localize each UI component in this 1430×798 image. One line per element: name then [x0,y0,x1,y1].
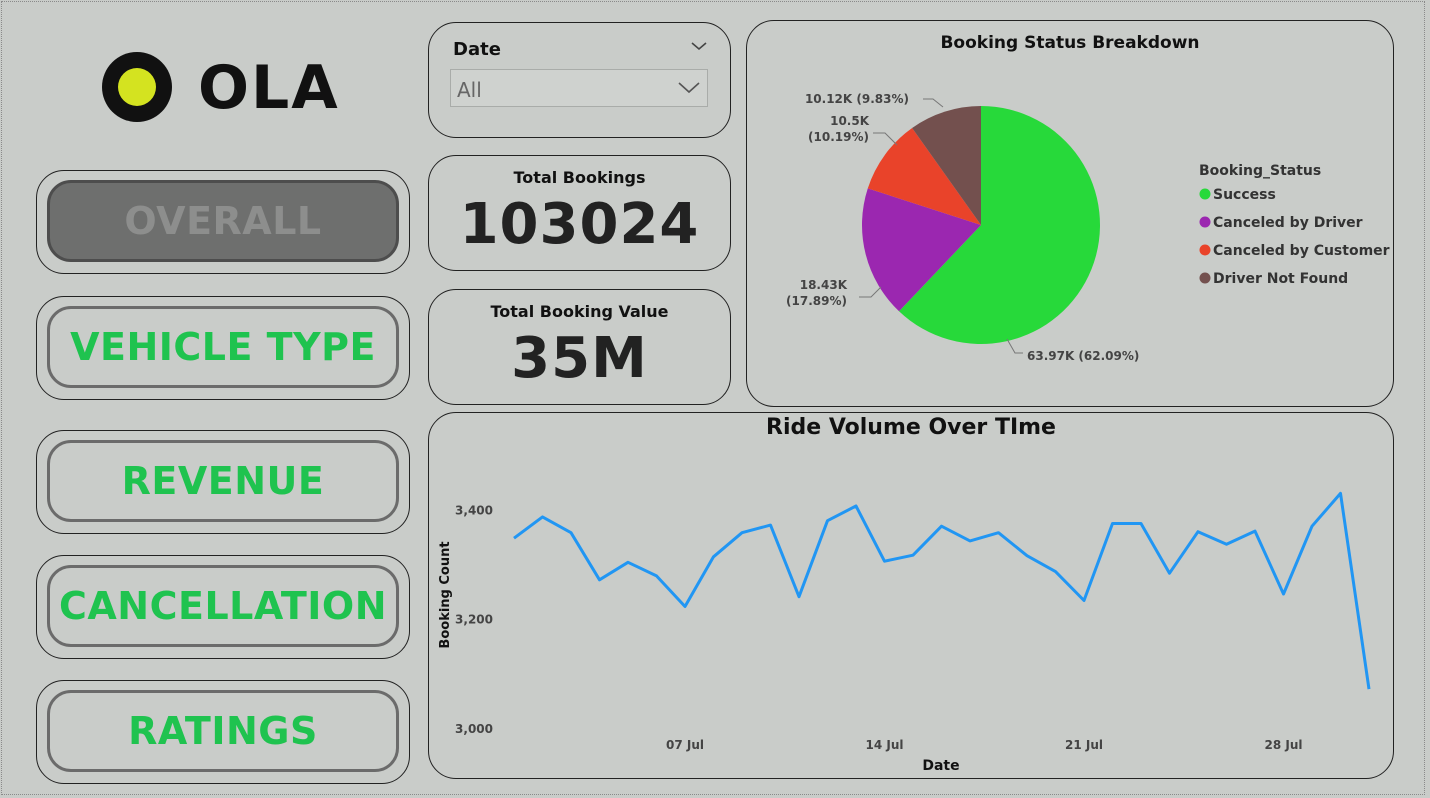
line-data-point[interactable] [1337,489,1345,497]
date-dropdown-value: All [457,78,482,102]
x-tick-label: 21 Jul [1065,738,1103,752]
nav-button-vehicle-type-label: VEHICLE TYPE [47,306,399,388]
pie-leader-line [873,132,898,146]
line-data-point[interactable] [1052,568,1060,576]
line-data-point[interactable] [624,558,632,566]
slicer-collapse-chevron-icon[interactable] [690,37,708,56]
pie-leader-line [859,286,882,298]
line-data-point[interactable] [1137,519,1145,527]
line-data-point[interactable] [567,529,575,537]
line-data-point[interactable] [738,529,746,537]
line-data-point[interactable] [824,517,832,525]
kpi-title: Total Bookings [513,168,646,187]
date-slicer-label: Date [453,39,501,60]
x-tick-label: 07 Jul [666,738,704,752]
line-data-point[interactable] [767,521,775,529]
legend-entry[interactable]: Canceled by Driver [1213,215,1363,231]
line-data-point[interactable] [1194,528,1202,536]
nav-button-cancellation-label: CANCELLATION [47,565,399,647]
line-data-point[interactable] [539,513,547,521]
pie-legend-title: Booking_Status [1199,163,1321,179]
logo-ring-icon [102,52,172,122]
ola-logo: OLA [100,52,340,132]
kpi-card-total-bookings: Total Bookings 103024 [428,155,731,271]
ride-volume-chart-card: Ride Volume Over TIme 3,000 3,200 3,400 07 … [428,412,1394,779]
legend-entry[interactable]: Driver Not Found [1213,271,1348,287]
line-data-point[interactable] [510,534,518,542]
y-tick-label: 3,200 [455,613,493,627]
booking-status-pie-chart: 63.97K (62.09%) 18.43K (17.89%) 10.5K (10.19… [786,92,1390,363]
x-tick-label: 28 Jul [1265,738,1303,752]
logo-dot-icon [118,68,156,106]
pie-data-label: 10.12K (9.83%) [805,92,909,106]
line-data-point[interactable] [710,553,718,561]
date-dropdown[interactable]: All [450,69,708,107]
x-tick-label: 14 Jul [866,738,904,752]
line-data-point[interactable] [795,593,803,601]
date-slicer: Date All [428,22,731,138]
legend-marker [1199,216,1211,228]
line-data-point[interactable] [653,572,661,580]
legend-entry[interactable]: Success [1213,187,1276,203]
legend-marker [1199,272,1211,284]
nav-button-ratings-label: RATINGS [47,690,399,772]
line-data-point[interactable] [852,502,860,510]
line-data-point[interactable] [681,603,689,611]
line-data-point[interactable] [1023,552,1031,560]
nav-button-overall-label: OVERALL [47,180,399,262]
line-data-point[interactable] [995,529,1003,537]
kpi-value: 103024 [459,192,700,257]
line-data-point[interactable] [1166,569,1174,577]
pie-leader-line [923,98,944,108]
booking-status-chart-card: Booking Status Breakdown 63.97K (62.09%)… [746,20,1394,407]
kpi-value: 35M [511,326,648,391]
line-data-point[interactable] [909,551,917,559]
legend-entry[interactable]: Canceled by Customer [1213,243,1390,259]
legend-marker [1199,188,1211,200]
line-data-point[interactable] [1080,597,1088,605]
pie-data-label: 63.97K (62.09%) [1027,349,1139,363]
line-data-point[interactable] [1223,540,1231,548]
line-data-point[interactable] [1308,522,1316,530]
y-tick-label: 3,400 [455,503,493,517]
x-axis-label: Date [922,758,959,774]
logo-text: OLA [198,53,340,123]
nav-button-cancellation[interactable]: CANCELLATION [36,555,410,659]
ride-volume-line-chart: 3,000 3,200 3,400 07 Jul 14 Jul 21 Jul 28 Jul D… [438,489,1373,774]
pie-data-label: 18.43K (17.89%) [786,278,848,308]
nav-button-revenue[interactable]: REVENUE [36,430,410,534]
kpi-card-total-booking-value: Total Booking Value 35M [428,289,731,405]
line-data-point[interactable] [1251,527,1259,535]
line-data-point[interactable] [596,576,604,584]
line-data-point[interactable] [1365,685,1373,693]
line-data-point[interactable] [1109,519,1117,527]
nav-button-revenue-label: REVENUE [47,440,399,522]
line-data-point[interactable] [1280,590,1288,598]
nav-button-ratings[interactable]: RATINGS [36,680,410,784]
nav-button-overall[interactable]: OVERALL [36,170,410,274]
pie-leader-line [1006,338,1023,354]
line-data-point[interactable] [881,557,889,565]
y-tick-label: 3,000 [455,722,493,736]
kpi-title: Total Booking Value [490,302,669,321]
legend-marker [1199,244,1211,256]
line-data-point[interactable] [966,537,974,545]
chevron-down-icon [677,80,701,100]
nav-button-vehicle-type[interactable]: VEHICLE TYPE [36,296,410,400]
line-data-point[interactable] [938,522,946,530]
y-axis-label: Booking Count [438,541,453,648]
pie-data-label: 10.5K (10.19%) [808,114,870,144]
